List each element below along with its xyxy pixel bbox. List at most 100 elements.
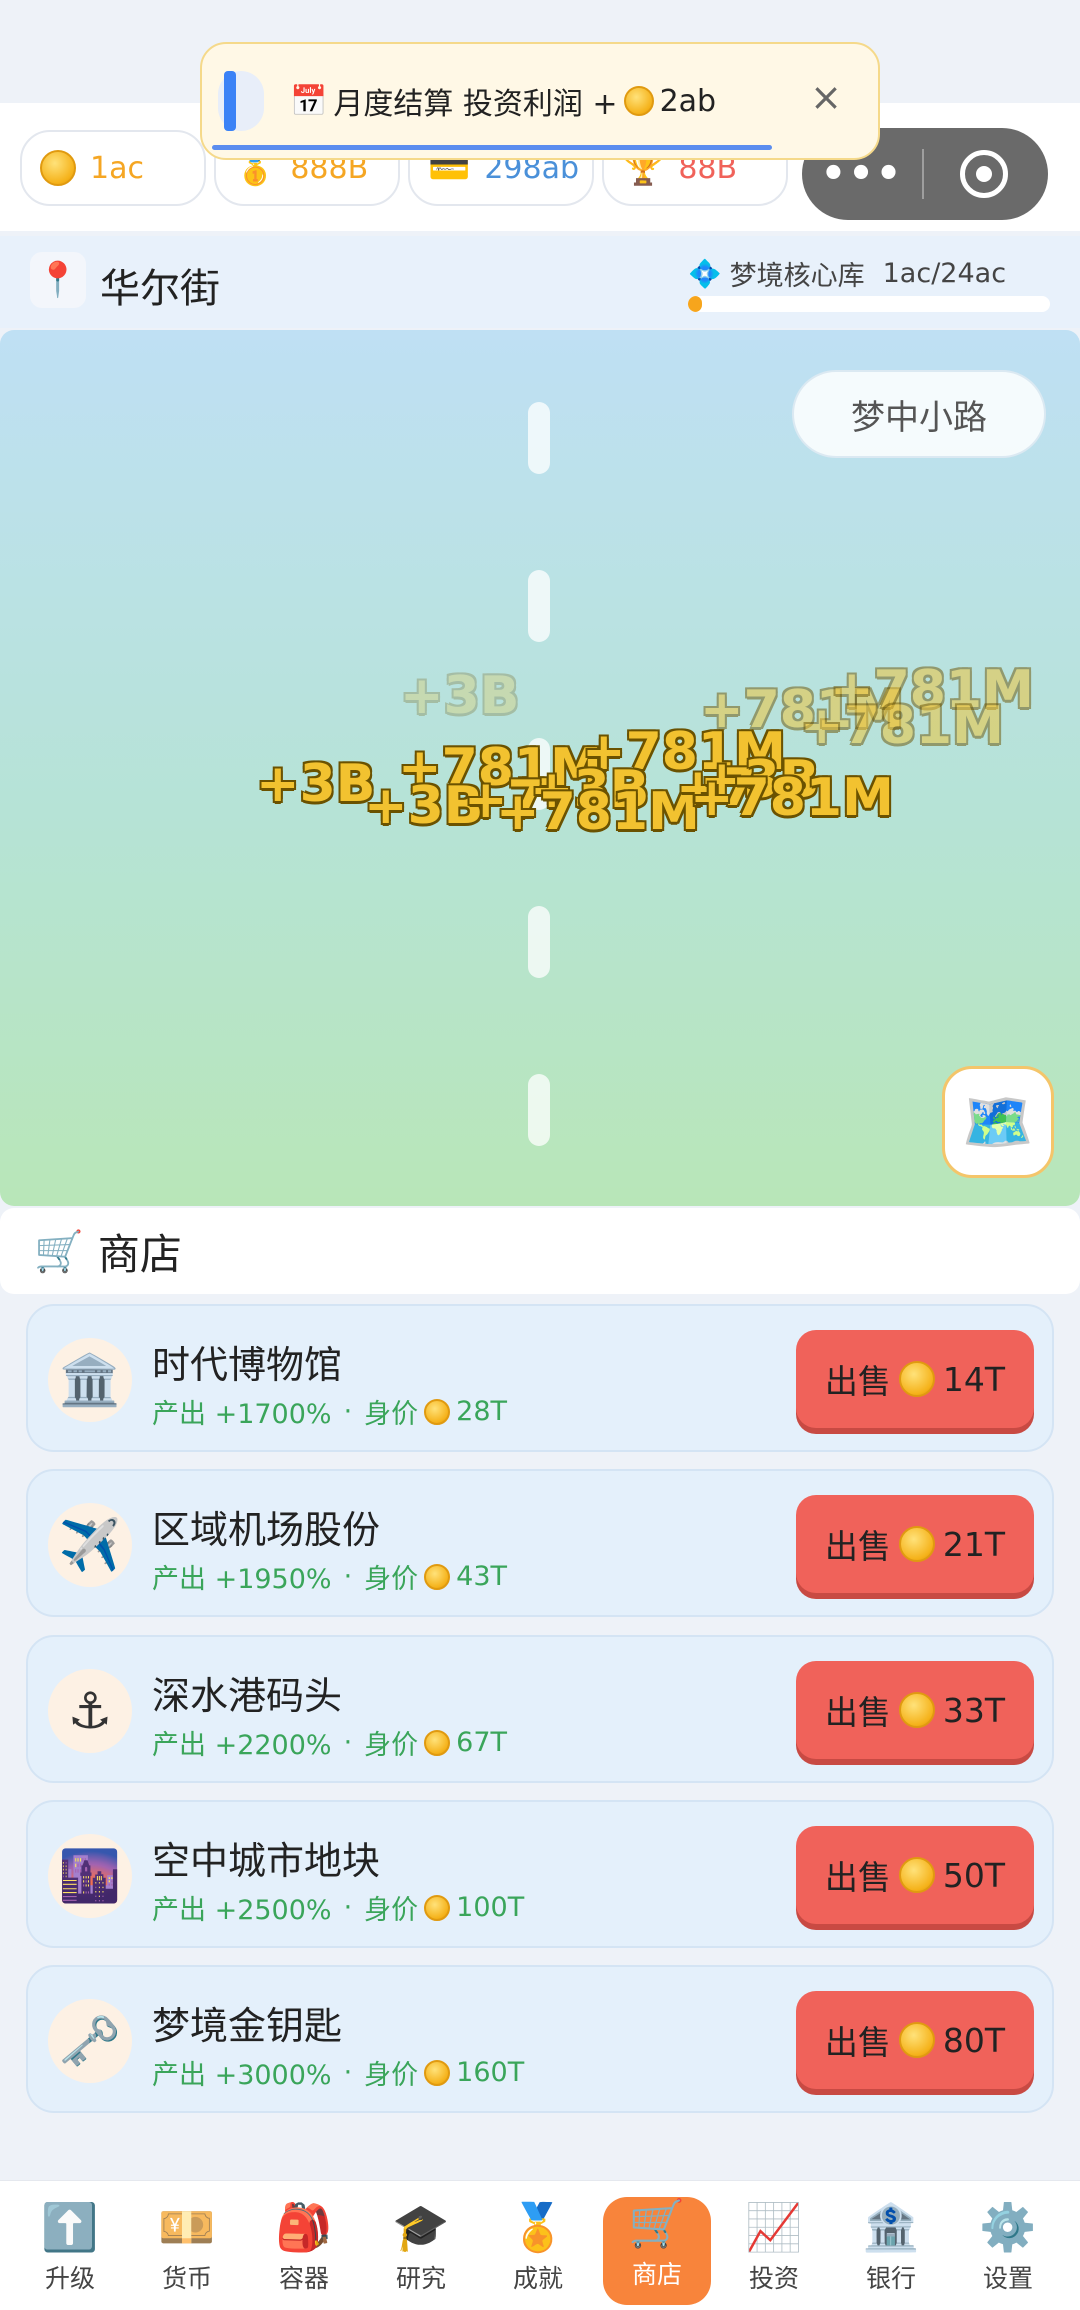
capsule-divider: [922, 149, 924, 199]
nav-label: 货币: [161, 2264, 212, 2293]
sell-label: 出售: [824, 1693, 891, 1732]
coin-icon: [424, 1894, 451, 1921]
sell-price: 21T: [942, 1524, 1006, 1564]
nav-shop[interactable]: 🛒 商店: [603, 2197, 711, 2305]
item-stats: 产出 +2200% · 身价 67T: [152, 1723, 507, 1762]
sell-price: 80T: [942, 2020, 1006, 2060]
sell-button[interactable]: 出售 80T: [796, 1991, 1034, 2089]
bottom-nav: ⬆️ 升级 💴 货币 🎒 容器 🎓 研究 🏅 成就 🛒 商店 📈 投资 🏦 银行…: [0, 2180, 1080, 2310]
close-miniprogram-button[interactable]: [960, 150, 1008, 198]
coin-icon: [424, 1729, 451, 1756]
item-worth-label: 身价: [364, 1399, 419, 1430]
item-worth: 160T: [456, 2057, 525, 2088]
item-stats: 产出 +3000% · 身价 160T: [152, 2053, 524, 2092]
road-dash: [528, 1074, 550, 1146]
nav-achievements[interactable]: 🏅 成就: [484, 2201, 592, 2305]
item-output: 产出 +2500%: [152, 1895, 332, 1926]
item-stats: 产出 +2500% · 身价 100T: [152, 1888, 524, 1927]
separator: ·: [343, 1396, 353, 1427]
info-icon: [218, 71, 264, 131]
item-output: 产出 +1950%: [152, 1564, 332, 1595]
sell-button[interactable]: 出售 50T: [796, 1826, 1034, 1924]
item-name: 区域机场股份: [152, 1508, 381, 1552]
map-icon: 🗺️: [961, 1087, 1035, 1156]
game-scene[interactable]: 梦中小路 +3B +781M +781M +781M +3B +781M +78…: [0, 330, 1080, 1206]
floating-gain: +781M: [496, 782, 700, 842]
nav-label: 升级: [44, 2264, 95, 2293]
nav-research[interactable]: 🎓 研究: [367, 2201, 475, 2305]
diamond-icon: 💠: [688, 258, 722, 290]
nav-upgrade[interactable]: ⬆️ 升级: [16, 2201, 124, 2305]
sell-price: 33T: [942, 1690, 1006, 1730]
coin-icon: [623, 86, 654, 116]
shopping-cart-icon: 🛒: [34, 1228, 84, 1275]
vault-info: 💠 梦境核心库 1ac/24ac: [688, 254, 1006, 293]
nav-label: 成就: [512, 2264, 563, 2293]
shop-title: 商店: [97, 1229, 182, 1279]
sell-button[interactable]: 出售 21T: [796, 1495, 1034, 1593]
bank-icon: 🏦: [862, 2200, 920, 2254]
nav-currency[interactable]: 💴 货币: [133, 2201, 241, 2305]
item-name: 时代博物馆: [152, 1343, 343, 1387]
vault-progress-bar: [688, 296, 1050, 312]
nav-container[interactable]: 🎒 容器: [250, 2201, 358, 2305]
item-stats: 产出 +1700% · 身价 28T: [152, 1392, 507, 1431]
floating-gain: +781M: [800, 696, 1004, 756]
toast-text: 月度结算 投资利润 +: [333, 87, 618, 122]
location-name[interactable]: 华尔街: [100, 256, 220, 314]
item-worth: 43T: [456, 1561, 508, 1592]
coin-icon: [40, 150, 76, 186]
item-worth: 28T: [456, 1396, 508, 1427]
sell-button[interactable]: 出售 33T: [796, 1661, 1034, 1759]
stat-coins-value: 1ac: [90, 150, 144, 186]
backpack-icon: 🎒: [275, 2200, 333, 2254]
separator: ·: [343, 1727, 353, 1758]
separator: ·: [343, 1561, 353, 1592]
banknote-icon: 💴: [158, 2200, 216, 2254]
nav-label: 设置: [982, 2264, 1033, 2293]
nav-invest[interactable]: 📈 投资: [720, 2201, 828, 2305]
sell-label: 出售: [824, 1858, 891, 1897]
coin-icon: [424, 1398, 451, 1425]
shop-item: ✈️ 区域机场股份 产出 +1950% · 身价 43T 出售 21T: [26, 1469, 1054, 1617]
nav-label: 投资: [748, 2264, 799, 2293]
sell-label: 出售: [824, 1362, 891, 1401]
item-output: 产出 +3000%: [152, 2060, 332, 2091]
item-stats: 产出 +1950% · 身价 43T: [152, 1557, 507, 1596]
nav-label: 容器: [278, 2264, 329, 2293]
item-worth-label: 身价: [364, 2060, 419, 2091]
scene-name-tag[interactable]: 梦中小路: [792, 370, 1046, 458]
coin-icon: [424, 1563, 451, 1590]
item-output: 产出 +1700%: [152, 1399, 332, 1430]
gear-icon: ⚙️: [979, 2200, 1037, 2254]
location-pin-icon: 📍: [30, 252, 86, 308]
floating-gain: +3B: [400, 666, 520, 726]
shopping-cart-icon: 🛒: [628, 2196, 686, 2250]
upgrade-arrow-icon: ⬆️: [41, 2200, 99, 2254]
shop-item: 🗝️ 梦境金钥匙 产出 +3000% · 身价 160T 出售 80T: [26, 1965, 1054, 2113]
stat-coins[interactable]: 1ac: [20, 130, 206, 206]
airplane-icon: ✈️: [48, 1503, 132, 1587]
museum-icon: 🏛️: [48, 1338, 132, 1422]
key-icon: 🗝️: [48, 1999, 132, 2083]
sell-price: 50T: [942, 1855, 1006, 1895]
shop-item: 🏛️ 时代博物馆 产出 +1700% · 身价 28T 出售 14T: [26, 1304, 1054, 1452]
close-icon[interactable]: ×: [810, 78, 842, 116]
coin-icon: [898, 1857, 935, 1893]
calendar-icon: 📅: [290, 83, 328, 119]
coin-icon: [424, 2059, 451, 2086]
location-bar: 📍 华尔街 💠 梦境核心库 1ac/24ac: [0, 236, 1080, 328]
separator: ·: [343, 2057, 353, 2088]
chart-up-icon: 📈: [745, 2200, 803, 2254]
nav-bank[interactable]: 🏦 银行: [837, 2201, 945, 2305]
floating-gain: +3B: [256, 754, 376, 814]
nav-settings[interactable]: ⚙️ 设置: [954, 2201, 1062, 2305]
shop-header: 🛒 商店: [0, 1208, 1080, 1294]
item-worth: 67T: [456, 1727, 508, 1758]
sell-button[interactable]: 出售 14T: [796, 1330, 1034, 1428]
coin-icon: [898, 1361, 935, 1397]
world-map-button[interactable]: 🗺️: [942, 1066, 1054, 1178]
sell-label: 出售: [824, 2023, 891, 2062]
toast-timer-bar: [212, 145, 772, 150]
sell-label: 出售: [824, 1527, 891, 1566]
